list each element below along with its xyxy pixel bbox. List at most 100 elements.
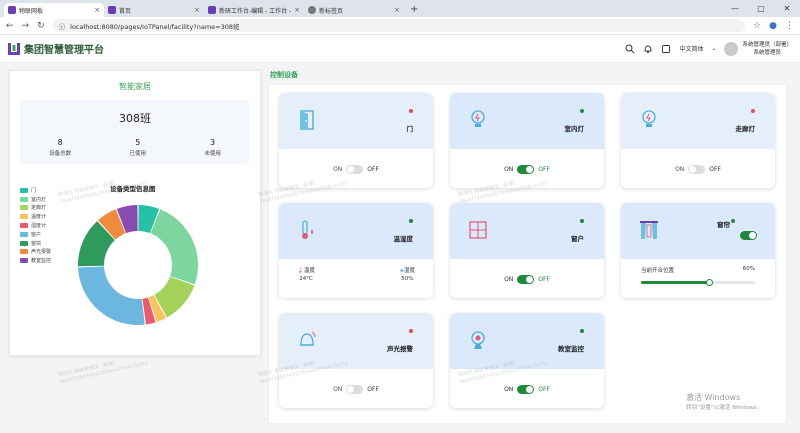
menu-dots-icon[interactable]: ⋮ bbox=[785, 21, 794, 31]
language-select[interactable]: 中文简体 bbox=[679, 44, 703, 53]
curtain-icon bbox=[640, 221, 658, 239]
status-dot bbox=[731, 219, 735, 223]
chart-title: 设备类型信息图 bbox=[110, 185, 156, 193]
stat-used: 5 已使用 bbox=[129, 138, 146, 157]
url-field[interactable]: ⓘ localhost:8080/pages/IoTPanel/facility… bbox=[52, 19, 746, 32]
legend-item[interactable]: 温度计 bbox=[20, 212, 51, 221]
tab-favicon-icon bbox=[308, 6, 316, 14]
watermark: 管理员 系统管理员（部署） 3ba5f78654456288eea5f7a8c2b… bbox=[57, 359, 149, 386]
legend-item[interactable]: 走廊灯 bbox=[20, 204, 51, 213]
legend-item[interactable]: 窗户 bbox=[20, 230, 51, 239]
bell-icon[interactable] bbox=[643, 44, 653, 54]
legend-label: 走廊灯 bbox=[31, 205, 47, 212]
browser-tab[interactable]: 新标签页 × bbox=[304, 3, 404, 17]
close-icon[interactable]: × bbox=[94, 6, 100, 14]
device-card-camera: 教室监控 ON OFF bbox=[450, 313, 604, 408]
power-toggle[interactable] bbox=[688, 165, 706, 174]
legend-swatch bbox=[20, 214, 28, 220]
site-info-icon[interactable]: ⓘ bbox=[59, 21, 66, 31]
donut-slice-6[interactable] bbox=[78, 266, 145, 325]
legend-label: 窗户 bbox=[31, 231, 42, 238]
humidity-readout: ◈湿度 50% bbox=[399, 268, 415, 282]
thermometer-icon bbox=[302, 220, 313, 239]
theme-icon[interactable] bbox=[661, 44, 671, 54]
app-title: 集团智慧管理平台 bbox=[24, 45, 104, 56]
off-label: OFF bbox=[538, 166, 550, 173]
new-tab-button[interactable]: + bbox=[404, 3, 424, 17]
device-name: 窗户 bbox=[571, 235, 584, 243]
device-card-curtain: 窗帘 当前开合位置 60% bbox=[621, 203, 775, 298]
maximize-icon[interactable]: ▢ bbox=[748, 0, 774, 17]
tab-title: 新标签页 bbox=[319, 7, 344, 15]
tab-favicon-icon bbox=[208, 6, 216, 14]
off-label: OFF bbox=[538, 276, 550, 283]
device-card-corridor-light: 走廊灯 ON OFF bbox=[621, 93, 775, 188]
curtain-position-label: 当前开合位置 bbox=[641, 268, 675, 274]
profile-icon[interactable]: ● bbox=[769, 21, 777, 31]
off-label: OFF bbox=[367, 386, 379, 393]
device-control-panel: 门 ON OFF 室内灯 ON OFF 走廊灯 ON OFF 温湿度 🌡温度 2… bbox=[268, 84, 787, 424]
browser-tab[interactable]: 物联网板 × bbox=[4, 3, 104, 17]
status-dot bbox=[409, 109, 413, 113]
legend-swatch bbox=[20, 205, 28, 211]
legend-item[interactable]: 门 bbox=[20, 186, 51, 195]
curtain-position-slider[interactable] bbox=[641, 279, 755, 286]
legend-swatch bbox=[20, 196, 28, 202]
legend-item[interactable]: 声光报警 bbox=[20, 248, 51, 257]
stat-unused: 3 未使用 bbox=[204, 138, 221, 157]
device-name: 声光报警 bbox=[387, 345, 413, 353]
device-name: 窗帘 bbox=[717, 221, 730, 229]
stat-total: 8 设备总数 bbox=[49, 138, 72, 157]
main-content: 智能家居 308班 8 设备总数 5 已使用 3 未使用 设备类型信息图 门室内灯 走廊… bbox=[0, 63, 800, 433]
chevron-down-icon[interactable]: ⌄ bbox=[711, 45, 716, 52]
slider-fill bbox=[641, 281, 710, 284]
power-toggle[interactable] bbox=[346, 165, 364, 174]
close-icon[interactable]: × bbox=[194, 6, 200, 14]
device-card-window: 窗户 ON OFF bbox=[450, 203, 604, 298]
on-label: ON bbox=[333, 166, 343, 173]
on-label: ON bbox=[675, 166, 685, 173]
reload-icon[interactable]: ↻ bbox=[37, 21, 45, 31]
legend-item[interactable]: 窗帘 bbox=[20, 239, 51, 248]
browser-tab[interactable]: 首页 × bbox=[104, 3, 204, 17]
legend-swatch bbox=[20, 258, 28, 264]
light-bulb-icon bbox=[642, 110, 656, 127]
legend-label: 温度计 bbox=[31, 214, 47, 221]
forward-icon[interactable]: → bbox=[22, 21, 30, 31]
close-icon[interactable]: × bbox=[294, 6, 300, 14]
room-stat-card: 308班 8 设备总数 5 已使用 3 未使用 bbox=[20, 100, 250, 164]
power-toggle[interactable] bbox=[517, 385, 535, 394]
tab-favicon-icon bbox=[108, 6, 116, 14]
power-toggle[interactable] bbox=[346, 385, 364, 394]
smart-home-panel: 智能家居 308班 8 设备总数 5 已使用 3 未使用 设备类型信息图 门室内灯 走廊… bbox=[9, 70, 261, 356]
status-dot bbox=[409, 329, 413, 333]
search-icon[interactable] bbox=[625, 44, 635, 54]
curtain-power-toggle[interactable] bbox=[740, 231, 757, 240]
legend-item[interactable]: 湿度计 bbox=[20, 221, 51, 230]
back-icon[interactable]: ← bbox=[6, 21, 14, 31]
door-icon bbox=[300, 110, 314, 130]
app-logo[interactable]: 集团智慧管理平台 bbox=[8, 41, 104, 56]
power-toggle[interactable] bbox=[517, 165, 535, 174]
close-window-icon[interactable]: ✕ bbox=[774, 0, 800, 17]
legend-item[interactable]: 教室监控 bbox=[20, 256, 51, 265]
slider-handle[interactable] bbox=[705, 279, 713, 286]
user-menu[interactable]: 系统管理员（部署） 系统管理员 bbox=[724, 41, 792, 57]
power-toggle[interactable] bbox=[517, 275, 535, 284]
window-icon bbox=[469, 221, 487, 239]
browser-tab[interactable]: 新研工作台-编辑 - 工作台 - 在 × bbox=[204, 3, 304, 17]
url-text: localhost:8080/pages/IoTPanel/facility?n… bbox=[70, 22, 240, 31]
device-name: 教室监控 bbox=[558, 345, 584, 353]
device-card-temperature-humidity: 温湿度 🌡温度 24°C ◈湿度 50% bbox=[279, 203, 433, 298]
legend-swatch bbox=[20, 231, 28, 237]
minimize-icon[interactable]: — bbox=[722, 0, 748, 17]
off-label: OFF bbox=[709, 166, 721, 173]
bookmark-star-icon[interactable]: ☆ bbox=[753, 21, 761, 31]
panel-title: 智能家居 bbox=[119, 82, 151, 91]
device-name: 温湿度 bbox=[393, 235, 414, 243]
legend-item[interactable]: 室内灯 bbox=[20, 195, 51, 204]
device-type-donut-chart bbox=[78, 205, 198, 325]
avatar bbox=[724, 41, 739, 56]
close-icon[interactable]: × bbox=[394, 6, 400, 14]
donut-slice-2[interactable] bbox=[150, 209, 198, 285]
